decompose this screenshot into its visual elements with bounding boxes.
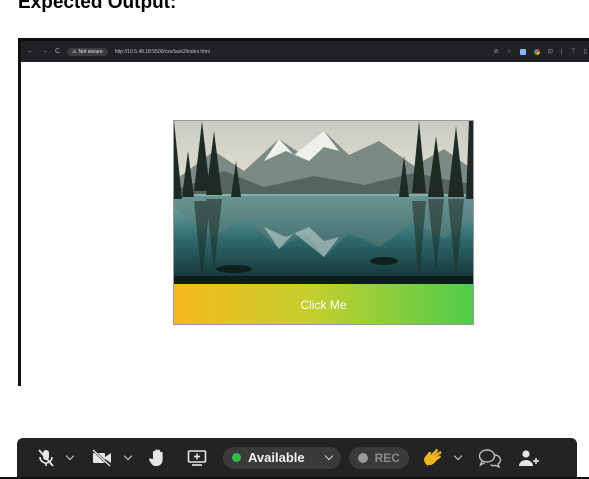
video-options-chevron[interactable] xyxy=(119,446,137,470)
back-icon[interactable]: ← xyxy=(27,48,34,55)
browser-window: ← → C ⚠ Not secure http://10.5.48.18:550… xyxy=(18,38,589,386)
reactions-options-chevron[interactable] xyxy=(449,446,467,470)
click-me-button[interactable]: Click Me xyxy=(174,284,473,324)
security-label: Not secure xyxy=(78,48,103,55)
color-picker-icon[interactable] xyxy=(533,48,540,55)
reload-icon[interactable]: C xyxy=(55,48,60,55)
sidebar-icon[interactable]: ▯ xyxy=(584,48,587,55)
star-icon[interactable]: ☆ xyxy=(506,48,511,55)
chevron-down-icon xyxy=(453,451,463,460)
status-selector[interactable]: Available xyxy=(223,446,341,469)
video-button[interactable] xyxy=(89,446,115,470)
chevron-down-icon xyxy=(123,451,133,460)
share-screen-button[interactable] xyxy=(185,446,209,470)
chevron-down-icon xyxy=(65,451,75,460)
lake-mountain-illustration xyxy=(174,121,473,284)
page-viewport: Click Me xyxy=(21,62,589,386)
page-heading: Expected Output: xyxy=(18,0,177,13)
video-off-icon xyxy=(92,448,111,467)
puzzle-icon[interactable]: ⊡ xyxy=(548,48,553,55)
reactions-button[interactable] xyxy=(421,446,445,470)
raise-hand-button[interactable] xyxy=(147,446,169,470)
address-bar[interactable]: http://10.5.48.18:5500/css/task2/index.h… xyxy=(115,49,487,55)
warning-icon: ⚠ xyxy=(72,48,77,55)
status-label: Available xyxy=(248,450,305,465)
record-button[interactable]: REC xyxy=(348,446,409,469)
clap-emoji-icon xyxy=(423,448,442,466)
divider-icon: | xyxy=(560,48,563,55)
mute-options-chevron[interactable] xyxy=(61,446,79,470)
raise-hand-icon xyxy=(149,448,163,466)
chat-icon xyxy=(478,448,502,468)
chevron-down-icon xyxy=(324,451,333,460)
status-dot xyxy=(232,453,241,462)
forward-icon[interactable]: → xyxy=(41,48,48,55)
record-dot xyxy=(357,452,368,463)
screenshot: Expected Output: ← → C ⚠ Not secure http… xyxy=(0,0,589,479)
share-screen-icon xyxy=(187,449,207,466)
add-person-icon xyxy=(518,449,539,466)
microphone-muted-icon xyxy=(38,448,54,467)
mute-button[interactable] xyxy=(35,446,57,470)
browser-tools: ⊘ ☆ ⊡ | ⊤ ▯ xyxy=(493,48,587,55)
add-participant-button[interactable] xyxy=(517,446,541,470)
extension-icon[interactable] xyxy=(519,48,526,55)
eye-off-icon[interactable]: ⊘ xyxy=(493,48,498,55)
image-card: Click Me xyxy=(173,120,474,325)
security-badge[interactable]: ⚠ Not secure xyxy=(67,47,108,56)
chat-button[interactable] xyxy=(477,446,503,470)
meeting-toolbar: Available REC xyxy=(17,438,577,477)
browser-toolbar: ← → C ⚠ Not secure http://10.5.48.18:550… xyxy=(21,41,589,62)
pin-icon[interactable]: ⊤ xyxy=(570,48,575,55)
landscape-image xyxy=(174,121,473,284)
record-label: REC xyxy=(374,450,400,465)
